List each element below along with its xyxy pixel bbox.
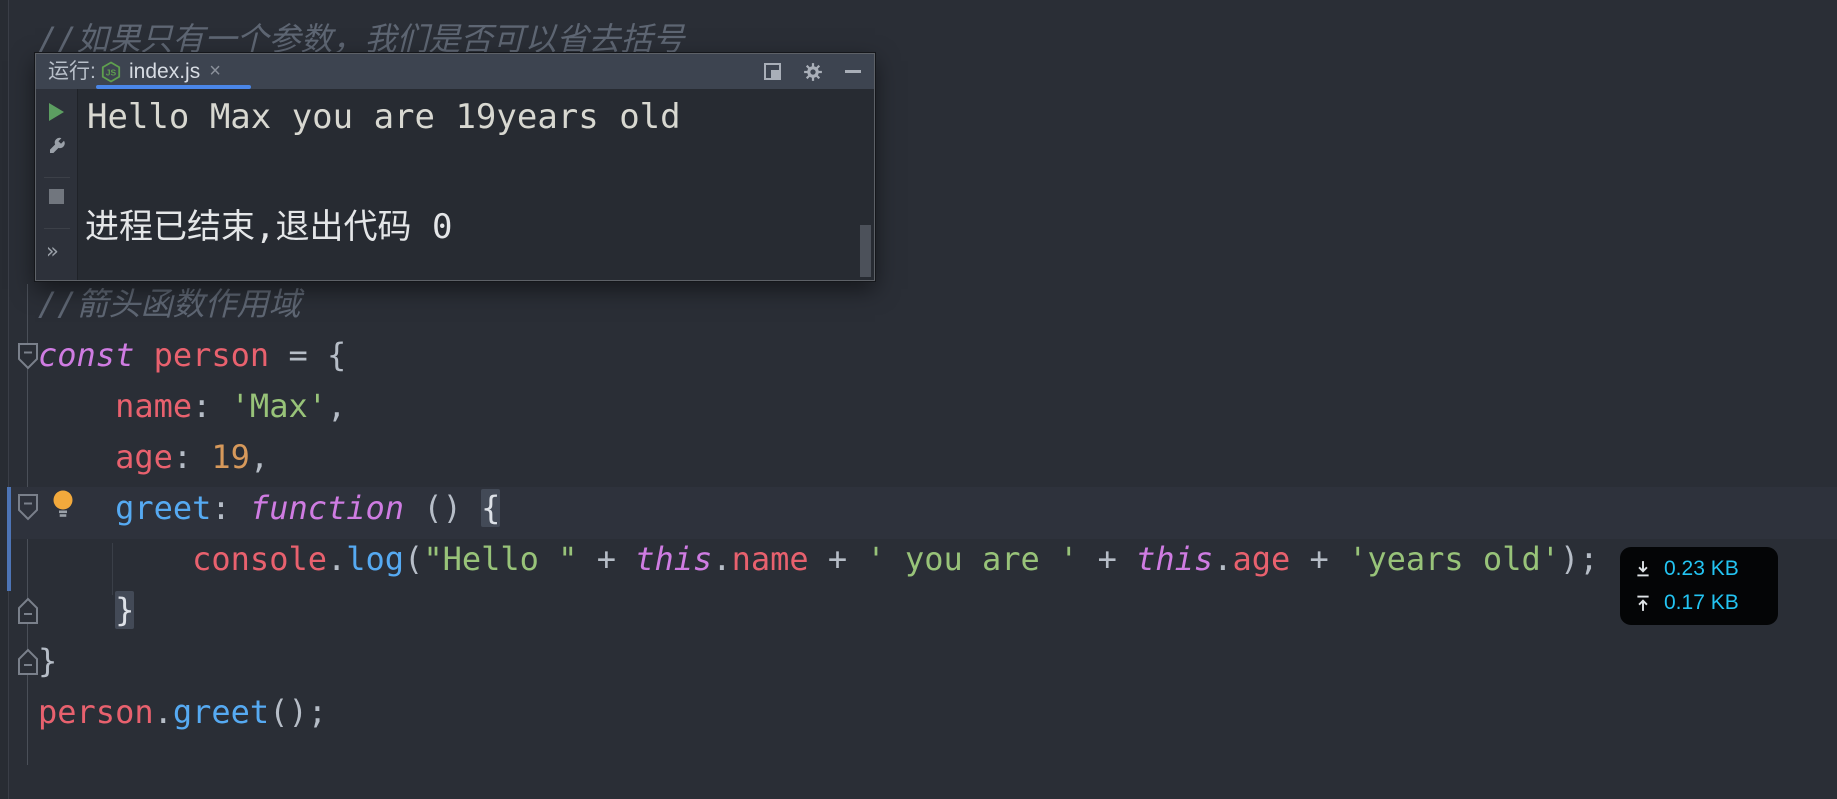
gear-icon[interactable] — [803, 62, 823, 82]
code-token: + — [1078, 540, 1136, 578]
code-token: . — [154, 693, 173, 731]
run-window-title: 运行: — [48, 54, 96, 89]
toolbar-separator — [44, 228, 70, 229]
code-token: : — [173, 438, 212, 476]
fold-collapse-end-icon[interactable] — [16, 648, 40, 676]
run-window-body: » Hello Max you are 19years old 进程已结束,退出… — [36, 89, 874, 280]
code-line-8[interactable]: } — [38, 591, 134, 629]
console-scrollbar-thumb[interactable] — [860, 225, 871, 277]
editor-gutter — [0, 0, 9, 799]
code-token: this — [1136, 540, 1213, 578]
code-token: person — [154, 336, 270, 374]
console-stdout-line: Hello Max you are 19years old — [87, 97, 681, 137]
svg-text:JS: JS — [106, 67, 117, 77]
code-token: , — [327, 387, 346, 425]
code-line-4[interactable]: name: 'Max', — [38, 387, 346, 425]
run-toolbar: » — [36, 89, 78, 280]
code-token: age — [1232, 540, 1290, 578]
code-token: console — [192, 540, 327, 578]
code-token: . — [712, 540, 731, 578]
more-actions-chevrons[interactable]: » — [46, 239, 59, 263]
fold-collapse-icon[interactable] — [16, 342, 40, 370]
run-tool-window: 运行: JS index.js × — [35, 53, 875, 281]
code-token — [38, 591, 115, 629]
code-token: + — [1290, 540, 1348, 578]
code-token: const — [38, 336, 134, 374]
code-token: (); — [269, 693, 327, 731]
code-token: + — [577, 540, 635, 578]
code-token: //箭头函数作用域 — [38, 285, 301, 323]
code-token: . — [327, 540, 346, 578]
code-token: greet — [173, 693, 269, 731]
code-token — [38, 438, 115, 476]
upload-speed: 0.17 KB — [1664, 591, 1739, 615]
code-token: : — [211, 489, 250, 527]
code-line-9[interactable]: } — [38, 642, 57, 680]
code-token: } — [115, 591, 134, 629]
rerun-icon[interactable] — [49, 103, 64, 121]
close-icon[interactable]: × — [209, 60, 221, 83]
code-token: name — [115, 387, 192, 425]
vcs-modified-bar — [7, 487, 11, 591]
console-output[interactable]: Hello Max you are 19years old 进程已结束,退出代码… — [79, 89, 874, 280]
code-line-6[interactable]: greet: function () { — [38, 489, 500, 527]
code-token: { — [481, 489, 500, 527]
upload-icon — [1634, 594, 1652, 612]
download-speed: 0.23 KB — [1664, 557, 1739, 581]
code-token: } — [38, 642, 57, 680]
code-token: this — [635, 540, 712, 578]
code-token: 'years old' — [1348, 540, 1560, 578]
code-token: ); — [1560, 540, 1599, 578]
stop-icon[interactable] — [49, 189, 64, 204]
tab-index-js[interactable]: JS index.js × — [96, 54, 251, 89]
hide-window-icon[interactable] — [845, 70, 861, 73]
nodejs-icon: JS — [100, 61, 122, 83]
code-token: 'Max' — [231, 387, 327, 425]
code-line-2[interactable]: //箭头函数作用域 — [38, 285, 301, 323]
code-token: ' you are ' — [866, 540, 1078, 578]
run-window-header: 运行: JS index.js × — [36, 54, 874, 89]
code-token: 19 — [211, 438, 250, 476]
code-token: greet — [115, 489, 211, 527]
code-token: = { — [269, 336, 346, 374]
code-token: ( — [404, 540, 423, 578]
wrench-settings-icon[interactable] — [47, 136, 67, 156]
toolbar-separator — [44, 177, 70, 178]
code-token: , — [250, 438, 269, 476]
code-line-7[interactable]: console.log("Hello " + this.name + ' you… — [38, 540, 1599, 578]
console-exit-message: 进程已结束,退出代码 0 — [85, 199, 452, 248]
code-token: function — [250, 489, 404, 527]
code-token — [134, 336, 153, 374]
download-icon — [1634, 560, 1652, 578]
fold-collapse-end-icon[interactable] — [16, 597, 40, 625]
code-line-10[interactable]: person.greet(); — [38, 693, 327, 731]
fold-collapse-icon[interactable] — [16, 493, 40, 521]
tab-label: index.js — [129, 60, 200, 84]
code-token: . — [1213, 540, 1232, 578]
code-token: name — [732, 540, 809, 578]
code-line-5[interactable]: age: 19, — [38, 438, 269, 476]
code-token — [38, 540, 192, 578]
code-token: age — [115, 438, 173, 476]
code-token: : — [192, 387, 231, 425]
code-token: () — [404, 489, 481, 527]
code-token — [38, 387, 115, 425]
code-token: "Hello " — [423, 540, 577, 578]
code-token: log — [346, 540, 404, 578]
code-token: person — [38, 693, 154, 731]
lightbulb-icon[interactable] — [50, 489, 76, 519]
code-line-3[interactable]: const person = { — [38, 336, 346, 374]
float-window-icon[interactable] — [764, 63, 781, 80]
code-token: + — [809, 540, 867, 578]
network-speed-overlay: 0.23 KB 0.17 KB — [1620, 547, 1778, 625]
